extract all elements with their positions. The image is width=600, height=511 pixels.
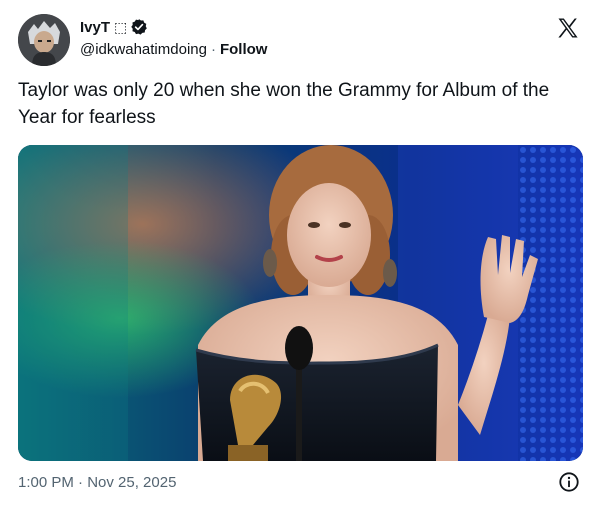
media-photo bbox=[18, 145, 583, 461]
tweet-header: IvyT ⬚ @idkwahatimdoing · Follow bbox=[18, 12, 584, 68]
display-name[interactable]: IvyT bbox=[80, 19, 113, 36]
tweet-media[interactable] bbox=[18, 145, 583, 461]
x-logo-icon[interactable] bbox=[556, 16, 580, 40]
timestamp[interactable]: 1:00 PM · Nov 25, 2025 bbox=[18, 474, 176, 491]
tweet-card: IvyT ⬚ @idkwahatimdoing · Follow Taylor … bbox=[0, 0, 600, 511]
separator-dot: · bbox=[210, 41, 216, 58]
avatar-image bbox=[18, 14, 70, 66]
handle-row: @idkwahatimdoing · Follow bbox=[80, 41, 267, 58]
tweet-text: Taylor was only 20 when she won the Gram… bbox=[18, 80, 550, 128]
user-info: IvyT ⬚ @idkwahatimdoing · Follow bbox=[80, 17, 267, 59]
avatar[interactable] bbox=[18, 14, 70, 66]
display-name-glyph: ⬚ bbox=[114, 18, 128, 35]
verified-badge-icon bbox=[130, 18, 148, 36]
info-icon[interactable] bbox=[558, 471, 580, 493]
handle[interactable]: @idkwahatimdoing bbox=[80, 41, 207, 58]
follow-button[interactable]: Follow bbox=[220, 41, 268, 58]
name-row: IvyT ⬚ bbox=[80, 17, 267, 37]
tweet-footer: 1:00 PM · Nov 25, 2025 bbox=[18, 470, 584, 494]
